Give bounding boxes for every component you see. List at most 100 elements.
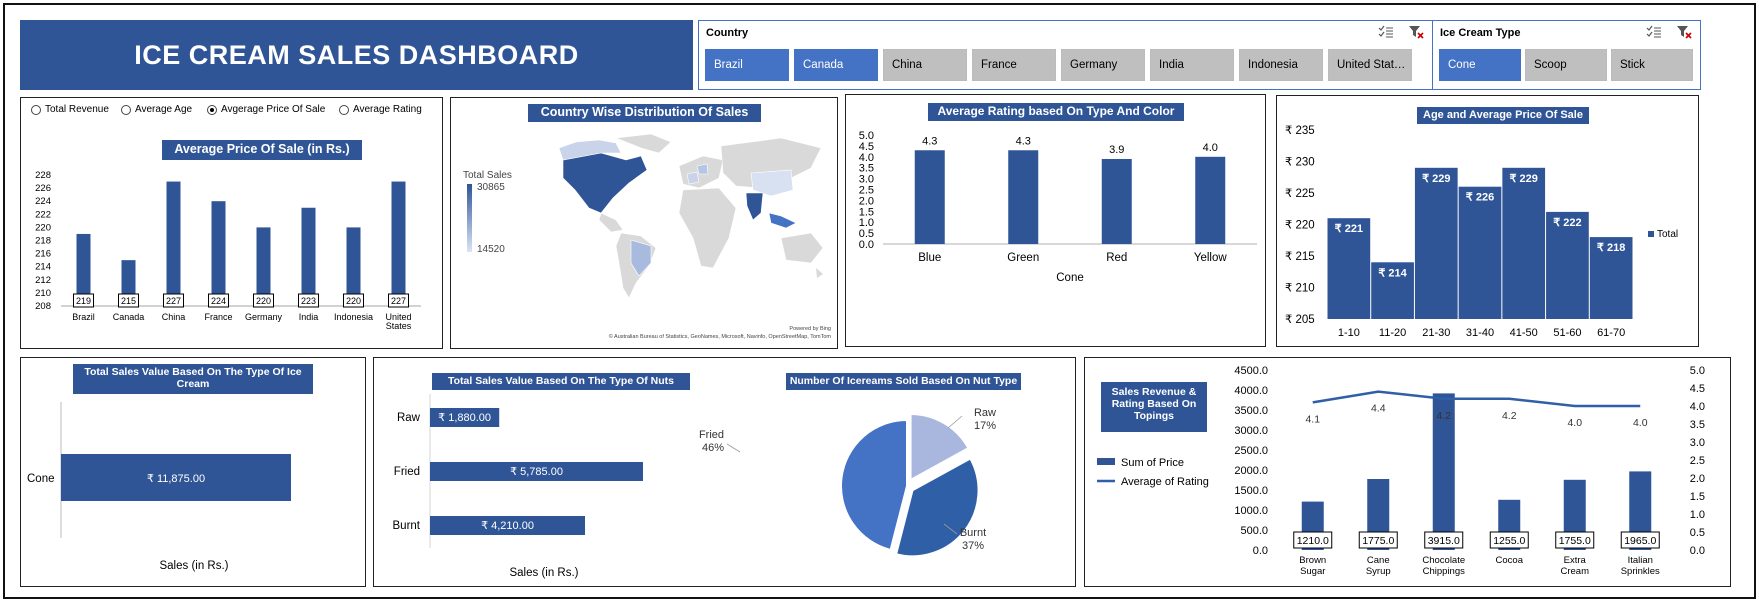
y-tick-label: 224 bbox=[35, 196, 51, 207]
slicer-item-france[interactable]: France bbox=[972, 49, 1056, 81]
data-label: 223 bbox=[301, 296, 316, 306]
y-tick-label: ₹ 235 bbox=[1285, 125, 1315, 137]
bar bbox=[301, 207, 316, 306]
y-tick-label: 1.0 bbox=[859, 217, 874, 229]
y-left-tick-label: 2000.0 bbox=[1234, 465, 1268, 477]
slicer-item-cone[interactable]: Cone bbox=[1439, 49, 1521, 81]
type-sales-chart: ₹ 11,875.00 Cone Sales (in Rs.) bbox=[27, 402, 291, 572]
data-label: ₹ 229 bbox=[1510, 173, 1538, 185]
map-legend-max: 30865 bbox=[477, 182, 505, 193]
x-tick-label: Cocoa bbox=[1496, 555, 1524, 566]
pie-percent-label: 37% bbox=[962, 540, 984, 552]
slicer-item-indonesia[interactable]: Indonesia bbox=[1239, 49, 1323, 81]
map-credit-sources: © Australian Bureau of Statistics, GeoNa… bbox=[608, 334, 831, 340]
y-tick-label: 5.0 bbox=[859, 130, 874, 142]
y-tick-label: 216 bbox=[35, 249, 51, 260]
clear-filter-icon[interactable] bbox=[1408, 25, 1424, 39]
clear-filter-icon[interactable] bbox=[1676, 25, 1692, 39]
rating-line bbox=[1312, 390, 1641, 408]
data-label: ₹ 226 bbox=[1466, 192, 1494, 204]
y-tick-label: ₹ 225 bbox=[1285, 188, 1315, 200]
y-right-tick-label: 3.5 bbox=[1690, 419, 1705, 431]
y-left-tick-label: 4000.0 bbox=[1234, 385, 1268, 397]
data-label: ₹ 5,785.00 bbox=[510, 466, 563, 478]
y-left-tick-label: 1500.0 bbox=[1234, 485, 1268, 497]
data-label: 219 bbox=[76, 296, 91, 306]
avg-price-chart: 208 210 212 214 216 218 220 222 224 226 228 219 Braz… bbox=[35, 170, 421, 331]
data-label: 1775.0 bbox=[1362, 535, 1394, 547]
line-data-label: 4.0 bbox=[1567, 417, 1582, 429]
y-tick-label: 4.0 bbox=[859, 152, 874, 164]
y-tick-label: ₹ 205 bbox=[1285, 314, 1315, 326]
y-left-tick-label: 500.0 bbox=[1240, 525, 1268, 537]
x-tick-label: Sprinkles bbox=[1621, 566, 1660, 577]
x-tick-label: 41-50 bbox=[1510, 327, 1538, 339]
x-tick-label: Brazil bbox=[72, 312, 95, 322]
data-label: 1755.0 bbox=[1559, 535, 1591, 547]
toppings-chart: 0.0 500.0 1000.0 1500.0 2000.0 2500.0 3000.0 35… bbox=[1097, 365, 1705, 577]
map-africa bbox=[678, 187, 737, 269]
slicer-item-china[interactable]: China bbox=[883, 49, 967, 81]
y-tick-label: 210 bbox=[35, 288, 51, 299]
y-tick-label: Fried bbox=[394, 466, 420, 478]
data-label: ₹ 4,210.00 bbox=[481, 520, 534, 532]
bar bbox=[1101, 158, 1132, 244]
map-new-zealand bbox=[816, 268, 823, 278]
y-tick-label: 212 bbox=[35, 275, 51, 286]
slicer-item-scoop[interactable]: Scoop bbox=[1525, 49, 1607, 81]
map-france bbox=[686, 171, 700, 185]
y-left-tick-label: 1000.0 bbox=[1234, 505, 1268, 517]
multi-select-icon[interactable] bbox=[1646, 25, 1662, 39]
bar bbox=[391, 181, 406, 306]
slicer-item-stick[interactable]: Stick bbox=[1611, 49, 1693, 81]
nut-sales-panel: Total Sales Value Based On The Type Of N… bbox=[373, 357, 1076, 587]
slicer-item-brazil[interactable]: Brazil bbox=[705, 49, 789, 81]
map-australia bbox=[780, 232, 824, 264]
legend-label: Total bbox=[1657, 229, 1678, 240]
data-label: 1210.0 bbox=[1297, 535, 1329, 547]
legend-label: Average of Rating bbox=[1121, 476, 1209, 488]
x-tick-label: China bbox=[162, 312, 186, 322]
legend-label: Sum of Price bbox=[1121, 457, 1184, 469]
pie-category-label: Fried bbox=[699, 429, 724, 441]
x-tick-label: Red bbox=[1106, 252, 1127, 264]
x-axis-title: Cone bbox=[1056, 272, 1084, 284]
slicer-item-united-stat-[interactable]: United Stat… bbox=[1328, 49, 1412, 81]
bar bbox=[1008, 150, 1039, 244]
x-tick-label: India bbox=[299, 312, 319, 322]
toppings-panel: Sales Revenue & Rating Based On Topings … bbox=[1084, 357, 1731, 587]
data-label: 227 bbox=[391, 296, 406, 306]
slicer-item-india[interactable]: India bbox=[1150, 49, 1234, 81]
data-label: 3915.0 bbox=[1428, 535, 1460, 547]
y-right-tick-label: 3.0 bbox=[1690, 437, 1705, 449]
y-tick-label: 226 bbox=[35, 183, 51, 194]
map-central-america bbox=[598, 212, 624, 233]
data-label: 1965.0 bbox=[1624, 535, 1656, 547]
data-label: 224 bbox=[211, 296, 226, 306]
data-label: 220 bbox=[346, 296, 361, 306]
bar bbox=[1195, 156, 1226, 244]
x-tick-label: Indonesia bbox=[334, 312, 373, 322]
multi-select-icon[interactable] bbox=[1378, 25, 1394, 39]
world-map bbox=[467, 133, 824, 299]
x-tick-label: Sugar bbox=[1300, 566, 1325, 577]
y-tick-label: ₹ 220 bbox=[1285, 220, 1315, 232]
y-tick-label: ₹ 230 bbox=[1285, 157, 1315, 169]
y-tick-label: 0.5 bbox=[859, 228, 874, 240]
x-tick-label: Cream bbox=[1560, 566, 1589, 577]
slicer-item-germany[interactable]: Germany bbox=[1061, 49, 1145, 81]
y-tick-label: 220 bbox=[35, 222, 51, 233]
x-axis-title: Sales (in Rs.) bbox=[509, 567, 578, 579]
y-tick-label: Burnt bbox=[393, 520, 421, 532]
data-label: 227 bbox=[166, 296, 181, 306]
line-data-label: 4.1 bbox=[1305, 413, 1320, 425]
data-label: 4.3 bbox=[1016, 135, 1031, 147]
x-tick-label: Cane bbox=[1367, 555, 1390, 566]
map-legend-title: Total Sales bbox=[463, 170, 512, 181]
type-slicer-title: Ice Cream Type bbox=[1440, 27, 1521, 39]
x-tick-label: Italian bbox=[1628, 555, 1653, 566]
avg-price-panel: Total Revenue Average Age Avgerage Price O… bbox=[20, 97, 443, 349]
map-germany bbox=[696, 163, 709, 175]
map-panel: Country Wise Distribution Of Sales Total… bbox=[450, 97, 838, 349]
slicer-item-canada[interactable]: Canada bbox=[794, 49, 878, 81]
